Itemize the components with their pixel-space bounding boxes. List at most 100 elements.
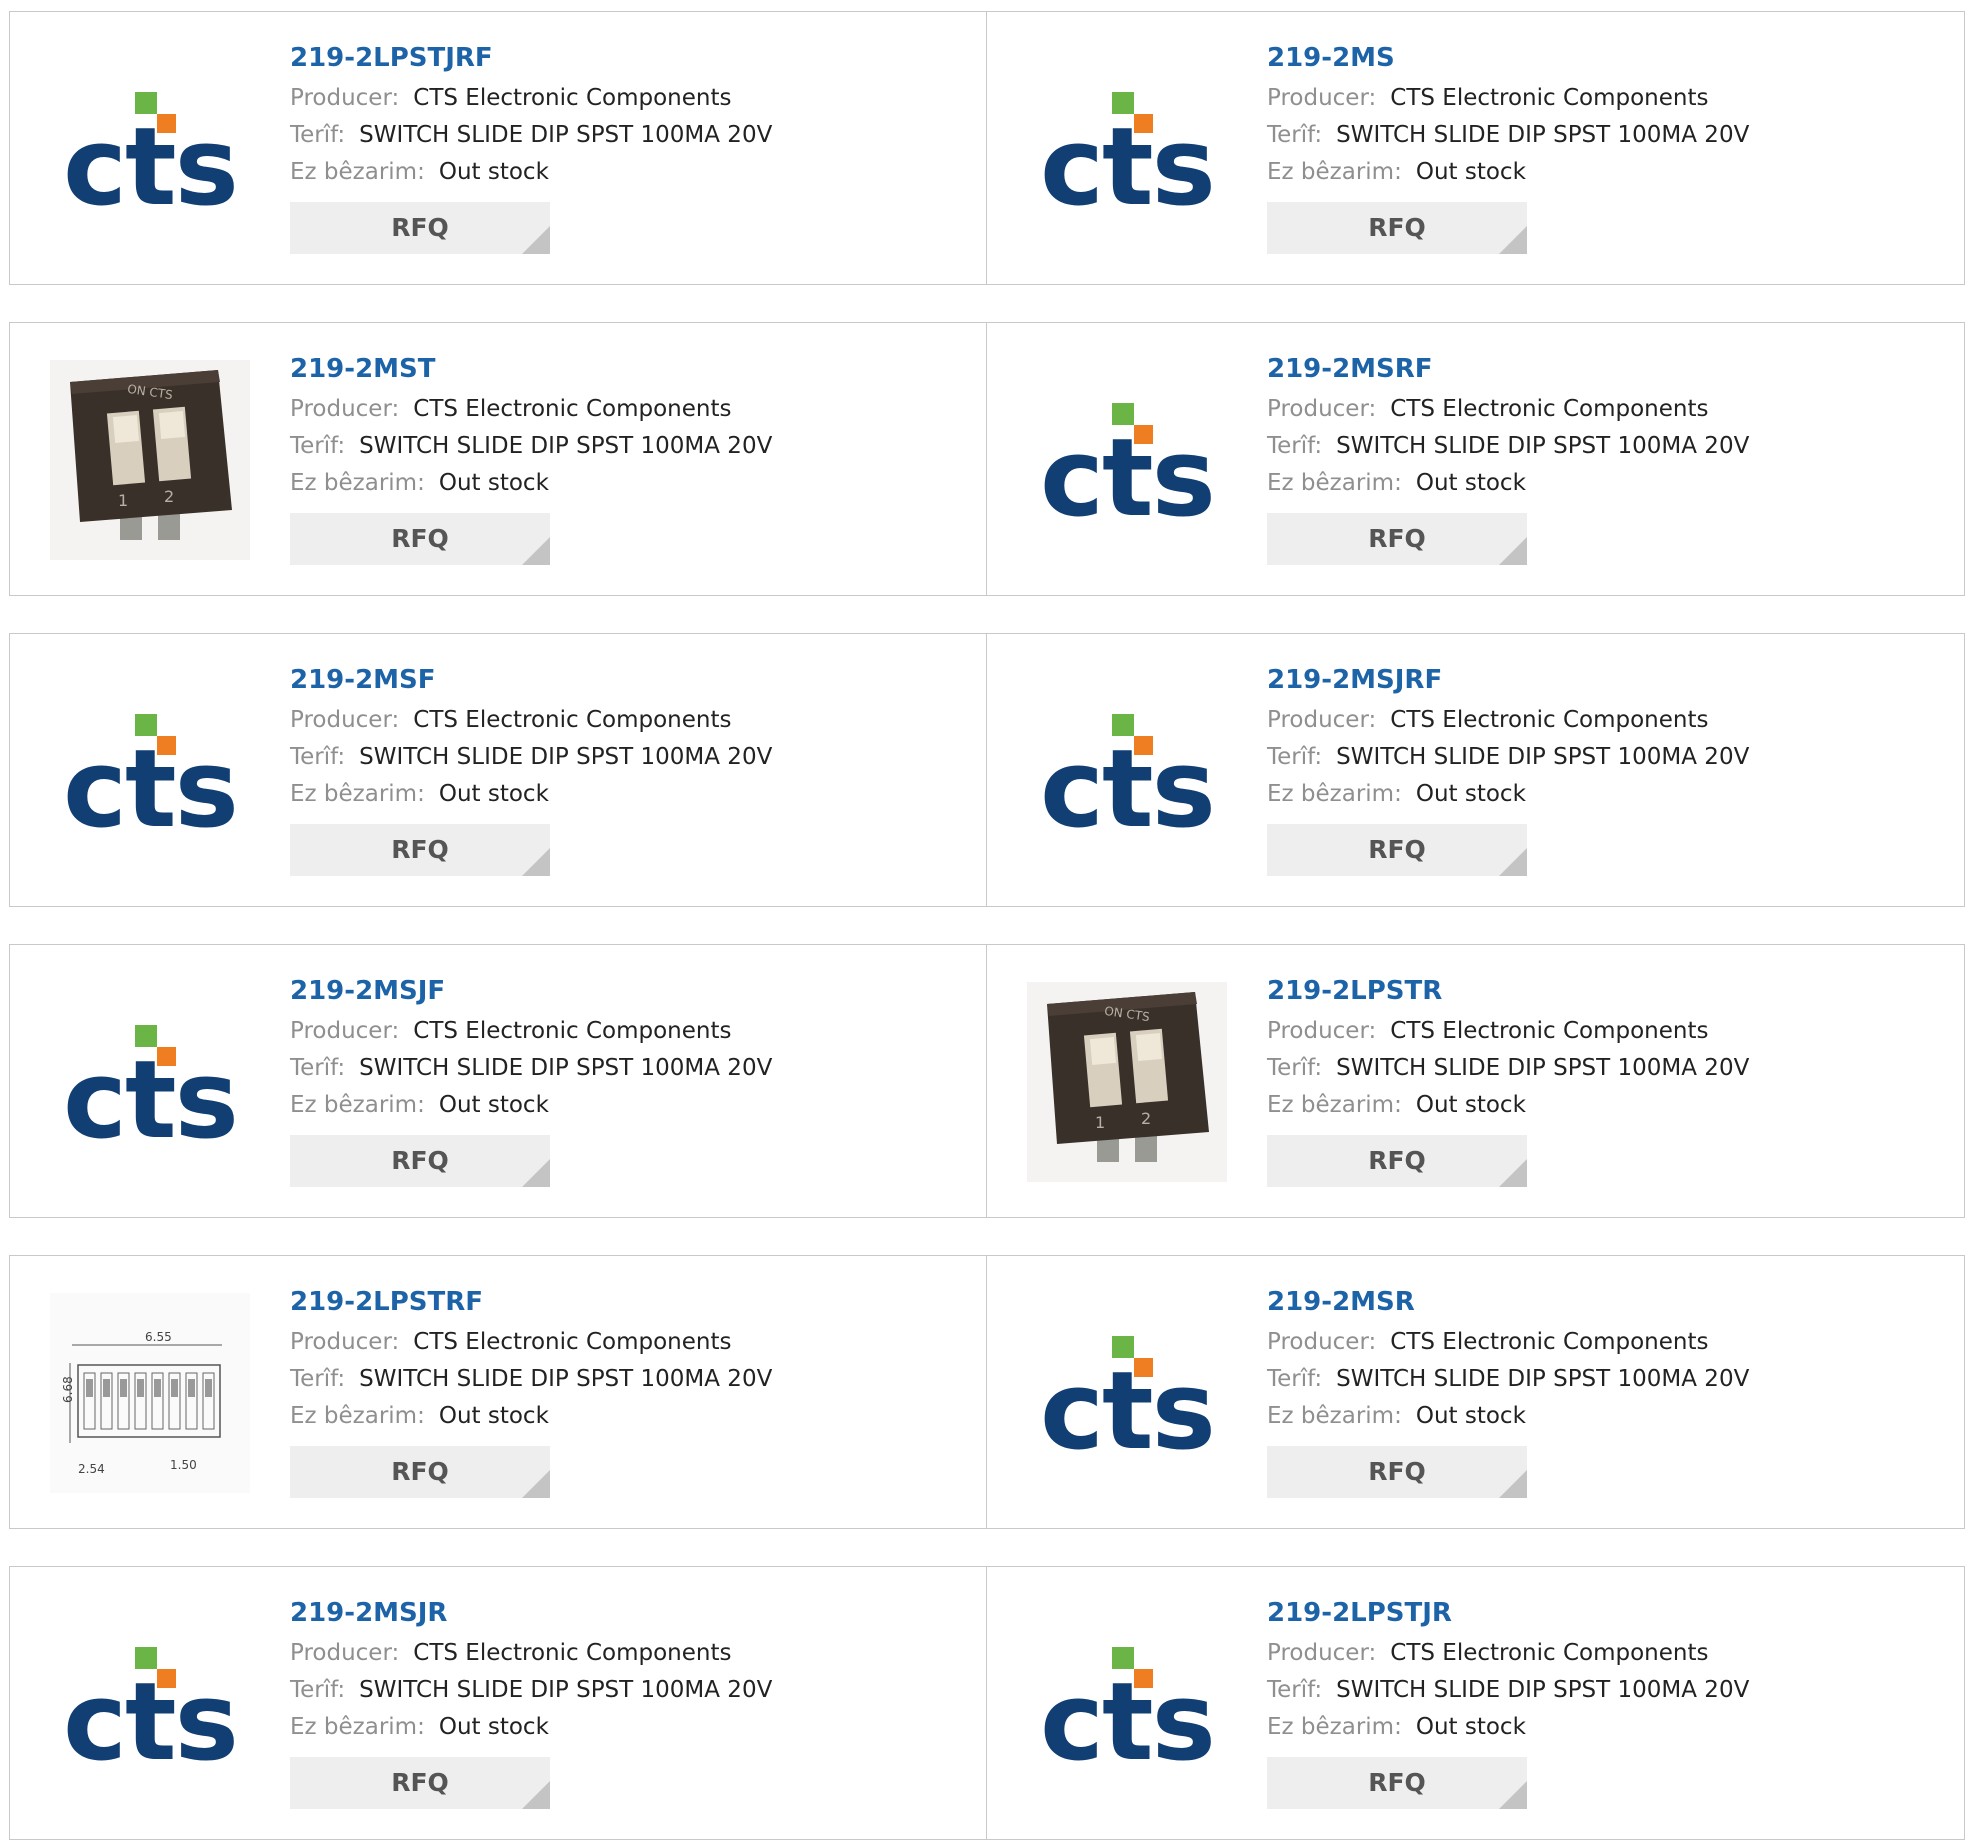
- part-number-link[interactable]: 219-2MSJRF: [1267, 664, 1944, 696]
- part-number-link[interactable]: 219-2MSRF: [1267, 353, 1944, 385]
- part-number-link[interactable]: 219-2LPSTJR: [1267, 1597, 1944, 1629]
- product-image[interactable]: cts: [50, 671, 250, 871]
- part-number-link[interactable]: 219-2MS: [1267, 42, 1944, 74]
- description-value: SWITCH SLIDE DIP SPST 100MA 20V: [359, 433, 773, 459]
- part-number-link[interactable]: 219-2MSJR: [290, 1597, 966, 1629]
- description-value: SWITCH SLIDE DIP SPST 100MA 20V: [359, 122, 773, 148]
- product-card: cts 219-2MSJF Producer: CTS Electronic Co…: [9, 944, 987, 1218]
- stock-value: Out stock: [438, 159, 549, 185]
- rfq-button[interactable]: RFQ: [290, 824, 550, 876]
- cts-logo: cts: [63, 1025, 239, 1142]
- producer-value: CTS Electronic Components: [413, 1329, 732, 1355]
- stock-row: Ez bêzarim: Out stock: [290, 776, 966, 813]
- stock-row: Ez bêzarim: Out stock: [290, 1398, 966, 1435]
- description-row: Terîf: SWITCH SLIDE DIP SPST 100MA 20V: [290, 1672, 966, 1709]
- rfq-button[interactable]: RFQ: [1267, 1135, 1527, 1187]
- producer-row: Producer: CTS Electronic Components: [1267, 1013, 1944, 1050]
- rfq-button[interactable]: RFQ: [1267, 513, 1527, 565]
- product-image[interactable]: cts: [50, 1604, 250, 1804]
- cts-logo: cts: [1040, 1336, 1216, 1453]
- button-corner-triangle: [1499, 1159, 1527, 1187]
- product-info: 219-2MSRF Producer: CTS Electronic Compon…: [1267, 353, 1944, 565]
- producer-label: Producer:: [1267, 1018, 1377, 1044]
- product-grid: cts 219-2LPSTJRF Producer: CTS Electronic…: [0, 0, 1965, 1840]
- product-info: 219-2LPSTJRF Producer: CTS Electronic Com…: [290, 42, 966, 254]
- logo-text: cts: [63, 727, 237, 831]
- rfq-label: RFQ: [1368, 835, 1426, 864]
- stock-row: Ez bêzarim: Out stock: [1267, 1709, 1944, 1746]
- product-info: 219-2MSF Producer: CTS Electronic Compone…: [290, 664, 966, 876]
- cts-logo: cts: [63, 92, 239, 209]
- part-number-link[interactable]: 219-2LPSTRF: [290, 1286, 966, 1318]
- description-value: SWITCH SLIDE DIP SPST 100MA 20V: [1336, 1055, 1750, 1081]
- rfq-button[interactable]: RFQ: [290, 1135, 550, 1187]
- cts-logo: cts: [1040, 1647, 1216, 1764]
- stock-label: Ez bêzarim:: [290, 1714, 425, 1740]
- rfq-button[interactable]: RFQ: [1267, 202, 1527, 254]
- drawing-switch-toggle: [137, 1379, 144, 1397]
- producer-label: Producer:: [290, 85, 400, 111]
- description-row: Terîf: SWITCH SLIDE DIP SPST 100MA 20V: [290, 1050, 966, 1087]
- product-row: cts 219-2MSF Producer: CTS Electronic Com…: [9, 633, 1965, 907]
- button-corner-triangle: [522, 537, 550, 565]
- stock-row: Ez bêzarim: Out stock: [290, 154, 966, 191]
- stock-row: Ez bêzarim: Out stock: [1267, 1087, 1944, 1124]
- rfq-button[interactable]: RFQ: [290, 513, 550, 565]
- dip-switch-drawing: 6.55 6.68 2.54 1.50: [50, 1293, 250, 1493]
- product-image[interactable]: cts: [1027, 49, 1227, 249]
- product-image[interactable]: ON CTS 1 2: [1027, 982, 1227, 1182]
- part-number-link[interactable]: 219-2LPSTJRF: [290, 42, 966, 74]
- product-card: cts 219-2MSJR Producer: CTS Electronic Co…: [9, 1566, 987, 1840]
- product-card: 6.55 6.68 2.54 1.50 219-2LPSTRF Producer…: [9, 1255, 987, 1529]
- rfq-button[interactable]: RFQ: [290, 1446, 550, 1498]
- product-row: cts 219-2MSJR Producer: CTS Electronic Co…: [9, 1566, 1965, 1840]
- product-info: 219-2MSR Producer: CTS Electronic Compone…: [1267, 1286, 1944, 1498]
- switch-number-2: 2: [164, 487, 174, 506]
- part-number-link[interactable]: 219-2MSJF: [290, 975, 966, 1007]
- rfq-button[interactable]: RFQ: [290, 1757, 550, 1809]
- product-image[interactable]: cts: [50, 49, 250, 249]
- stock-value: Out stock: [438, 1403, 549, 1429]
- part-number-link[interactable]: 219-2MSR: [1267, 1286, 1944, 1318]
- product-image[interactable]: cts: [50, 982, 250, 1182]
- rfq-button[interactable]: RFQ: [1267, 1757, 1527, 1809]
- producer-label: Producer:: [1267, 85, 1377, 111]
- drawing-switch-toggle: [205, 1379, 212, 1397]
- cts-logo: cts: [63, 714, 239, 831]
- description-row: Terîf: SWITCH SLIDE DIP SPST 100MA 20V: [1267, 1672, 1944, 1709]
- logo-text: cts: [63, 1660, 237, 1764]
- product-card: cts 219-2MS Producer: CTS Electronic Comp…: [987, 11, 1965, 285]
- description-value: SWITCH SLIDE DIP SPST 100MA 20V: [359, 1677, 773, 1703]
- product-image[interactable]: cts: [1027, 360, 1227, 560]
- rfq-button[interactable]: RFQ: [1267, 824, 1527, 876]
- cts-logo: cts: [63, 1647, 239, 1764]
- producer-value: CTS Electronic Components: [1390, 85, 1709, 111]
- product-image[interactable]: cts: [1027, 671, 1227, 871]
- rfq-button[interactable]: RFQ: [1267, 1446, 1527, 1498]
- stock-value: Out stock: [1415, 470, 1526, 496]
- description-row: Terîf: SWITCH SLIDE DIP SPST 100MA 20V: [290, 428, 966, 465]
- rfq-label: RFQ: [1368, 524, 1426, 553]
- button-corner-triangle: [1499, 1781, 1527, 1809]
- stock-row: Ez bêzarim: Out stock: [290, 1087, 966, 1124]
- description-value: SWITCH SLIDE DIP SPST 100MA 20V: [1336, 1366, 1750, 1392]
- product-image[interactable]: ON CTS 1 2: [50, 360, 250, 560]
- product-image[interactable]: cts: [1027, 1604, 1227, 1804]
- part-number-link[interactable]: 219-2MSF: [290, 664, 966, 696]
- product-image[interactable]: cts: [1027, 1293, 1227, 1493]
- part-number-link[interactable]: 219-2LPSTR: [1267, 975, 1944, 1007]
- producer-label: Producer:: [290, 707, 400, 733]
- rfq-button[interactable]: RFQ: [290, 202, 550, 254]
- product-image[interactable]: 6.55 6.68 2.54 1.50: [50, 1293, 250, 1493]
- stock-label: Ez bêzarim:: [1267, 1714, 1402, 1740]
- button-corner-triangle: [522, 848, 550, 876]
- product-card: cts 219-2LPSTJRF Producer: CTS Electronic…: [9, 11, 987, 285]
- stock-label: Ez bêzarim:: [290, 1092, 425, 1118]
- description-label: Terîf:: [1267, 744, 1323, 770]
- logo-text: cts: [63, 105, 237, 209]
- logo-text: cts: [63, 1038, 237, 1142]
- switch-number-1: 1: [118, 491, 128, 510]
- producer-value: CTS Electronic Components: [413, 396, 732, 422]
- part-number-link[interactable]: 219-2MST: [290, 353, 966, 385]
- stock-row: Ez bêzarim: Out stock: [1267, 154, 1944, 191]
